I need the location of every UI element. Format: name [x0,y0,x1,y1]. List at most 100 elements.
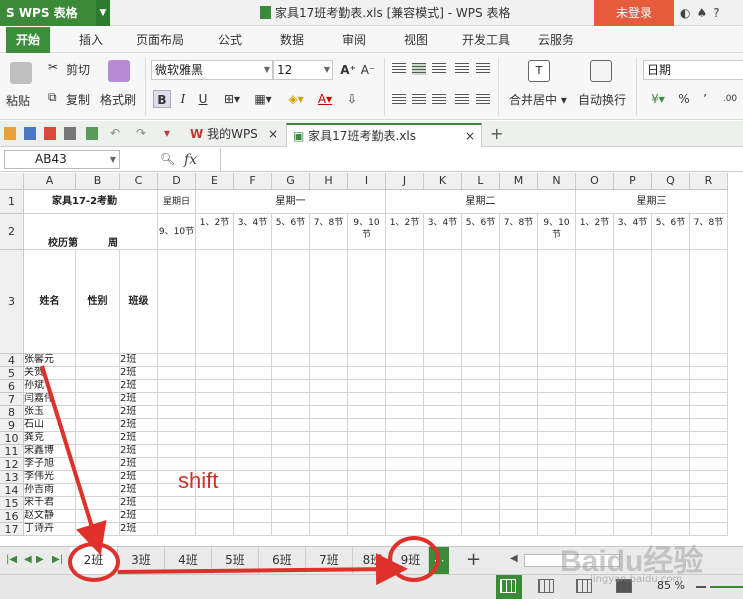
print-preview-icon[interactable] [86,127,98,140]
day-header-weekday[interactable]: 星期一 [196,190,386,214]
grid-cell[interactable] [576,380,614,393]
grid-cell[interactable] [538,380,576,393]
gender-cell[interactable] [76,406,120,419]
align-top-icon[interactable] [392,63,406,75]
menu-tab-insert[interactable]: 插入 [79,27,103,53]
grid-cell[interactable] [538,419,576,432]
grid-cell[interactable] [196,380,234,393]
gender-cell[interactable] [76,354,120,367]
grid-cell[interactable] [576,367,614,380]
grid-cell[interactable] [272,432,310,445]
student-name-cell[interactable]: 丁诗卉 [24,523,76,536]
student-name-cell[interactable]: 孙斌 [24,380,76,393]
period-cell[interactable]: 1、2节 [576,214,614,250]
grid-cell[interactable] [538,458,576,471]
grid-cell[interactable] [576,510,614,523]
grid-cell[interactable] [272,367,310,380]
grid-cell[interactable] [386,471,424,484]
row-header[interactable]: 4 [0,354,24,367]
menu-tab-data[interactable]: 数据 [280,27,304,53]
grid-cell[interactable] [158,523,196,536]
column-header[interactable]: H [310,173,348,190]
period-cell[interactable]: 3、4节 [614,214,652,250]
grid-cell[interactable] [348,393,386,406]
grid-cell[interactable] [652,497,690,510]
grid-cell[interactable] [500,354,538,367]
format-painter-button[interactable]: 格式刷 [100,91,136,108]
grid-cell[interactable] [614,445,652,458]
grid-cell[interactable] [158,432,196,445]
row-header[interactable]: 9 [0,419,24,432]
period-cell[interactable]: 9、10节 [348,214,386,250]
print-icon[interactable] [64,127,76,140]
grid-cell[interactable] [386,380,424,393]
grid-cell[interactable] [348,354,386,367]
undo-icon[interactable]: ↶ [110,126,120,140]
row-header[interactable]: 3 [0,250,24,354]
close-icon[interactable]: × [465,125,475,147]
class-cell[interactable]: 2班 [120,354,158,367]
column-header[interactable]: R [690,173,728,190]
redo-icon[interactable]: ↷ [136,126,146,140]
align-bottom-icon[interactable] [432,63,446,75]
class-cell[interactable]: 2班 [120,406,158,419]
menu-tab-view[interactable]: 视图 [404,27,428,53]
column-header[interactable]: G [272,173,310,190]
open-icon[interactable] [4,127,16,140]
grid-cell[interactable] [272,523,310,536]
column-header[interactable]: D [158,173,196,190]
grid-cell[interactable] [462,419,500,432]
grid-cell[interactable] [424,510,462,523]
grid-cell[interactable] [462,458,500,471]
grid-cell[interactable] [690,497,728,510]
grid-cell[interactable] [196,523,234,536]
column-header[interactable]: P [614,173,652,190]
grid-cell[interactable] [614,432,652,445]
grid-cell[interactable] [690,471,728,484]
grid-cell[interactable] [538,432,576,445]
student-name-cell[interactable]: 闫嘉伟 [24,393,76,406]
row-header[interactable]: 6 [0,380,24,393]
grid-cell[interactable] [652,367,690,380]
grid-cell[interactable] [690,380,728,393]
border-icon[interactable]: ⊞▾ [220,90,244,108]
grid-cell[interactable] [272,380,310,393]
column-header[interactable]: M [500,173,538,190]
merge-center-icon[interactable]: T [528,60,550,82]
column-header[interactable]: A [24,173,76,190]
grid-cell[interactable] [348,380,386,393]
justify-icon[interactable] [455,94,469,106]
period-cell[interactable]: 7、8节 [310,214,348,250]
grid-cell[interactable] [386,510,424,523]
grid-cell[interactable] [576,432,614,445]
grid-cell[interactable] [652,458,690,471]
grid-cell[interactable] [424,354,462,367]
grid-cell[interactable] [424,419,462,432]
grid-cell[interactable] [310,393,348,406]
grid-cell[interactable] [386,484,424,497]
grid-cell[interactable] [158,419,196,432]
grid-cell[interactable] [310,523,348,536]
grid-cell[interactable] [462,250,500,354]
student-name-cell[interactable]: 宋鑫博 [24,445,76,458]
grid-cell[interactable] [500,432,538,445]
grid-cell[interactable] [462,471,500,484]
column-header[interactable]: C [120,173,158,190]
class-cell[interactable]: 2班 [120,510,158,523]
column-header[interactable]: B [76,173,120,190]
fill-color-icon[interactable]: ◈▾ [284,90,308,108]
grid-cell[interactable] [690,484,728,497]
grid-cell[interactable] [576,419,614,432]
day-header-weekday[interactable]: 星期二 [386,190,576,214]
column-header[interactable]: O [576,173,614,190]
class-cell[interactable]: 2班 [120,393,158,406]
student-name-cell[interactable]: 石山 [24,419,76,432]
currency-icon[interactable]: ¥▾ [646,90,670,108]
grid-cell[interactable] [196,250,234,354]
grid-cell[interactable] [538,497,576,510]
grid-cell[interactable] [310,510,348,523]
period-cell[interactable]: 5、6节 [462,214,500,250]
grid-cell[interactable] [272,419,310,432]
decimal-icon[interactable]: .00 [718,90,742,108]
grid-cell[interactable] [424,471,462,484]
